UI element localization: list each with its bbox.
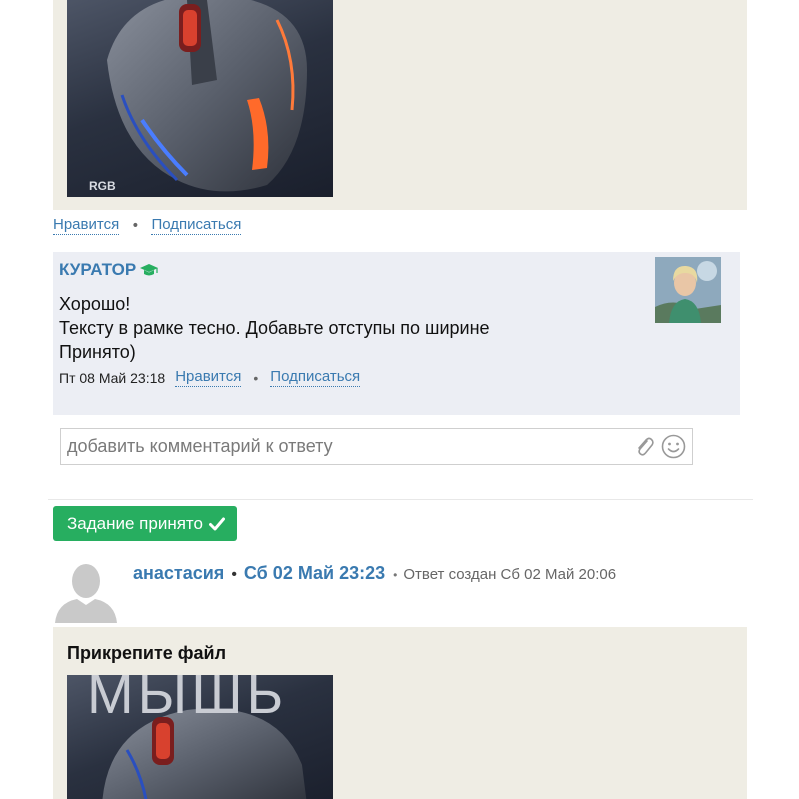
section-divider (48, 499, 753, 500)
separator-dot: • (131, 217, 140, 234)
like-link[interactable]: Нравится (175, 368, 242, 387)
answer-actions: Нравится • Подписаться (53, 216, 242, 235)
mouse-image[interactable]: МЫШЬ (67, 675, 333, 799)
separator-dot: • (231, 566, 237, 583)
comment-input[interactable] (67, 429, 627, 464)
curator-comment-meta: Пт 08 Май 23:18 Нравится • Подписаться (59, 368, 361, 387)
subscribe-link[interactable]: Подписаться (151, 216, 242, 235)
separator-dot: • (253, 369, 259, 386)
image-label: RGB (89, 179, 116, 193)
like-link[interactable]: Нравится (53, 216, 120, 235)
comment-line: Хорошо! (59, 294, 131, 314)
task-accepted-badge[interactable]: Задание принято (53, 506, 237, 541)
user-avatar[interactable] (55, 561, 117, 623)
answer-content-block: RGB (53, 0, 747, 210)
answer-content-block: Прикрепите файл МЫШЬ (53, 627, 747, 799)
status-label: Задание принято (67, 513, 203, 533)
mouse-image[interactable]: RGB (67, 0, 333, 197)
mouse-illustration (107, 0, 307, 192)
graduation-cap-icon (140, 264, 159, 276)
comment-line: Тексту в рамке тесно. Добавьте отступы п… (59, 318, 490, 338)
curator-comment-text: Хорошо! Тексту в рамке тесно. Добавьте о… (59, 292, 490, 364)
curator-name-row: КУРАТОР (59, 260, 159, 280)
curator-comment: КУРАТОР Хорошо! Тексту в рамке тесно. До… (53, 252, 740, 415)
smile-icon[interactable] (661, 434, 686, 459)
paperclip-icon[interactable] (634, 436, 654, 458)
subscribe-link[interactable]: Подписаться (270, 368, 361, 387)
comment-line: Принято) (59, 342, 136, 362)
author-name[interactable]: анастасия (133, 563, 224, 584)
answer-author-line: анастасия • Сб 02 Май 23:23 • Ответ созд… (133, 563, 616, 584)
curator-avatar[interactable] (655, 257, 721, 323)
image-heading: МЫШЬ (87, 675, 288, 725)
comment-input-box (60, 428, 693, 465)
answer-title: Прикрепите файл (67, 643, 227, 663)
comment-date: Пт 08 Май 23:18 (59, 369, 166, 386)
check-icon (208, 517, 225, 530)
avatar-portrait (655, 257, 721, 323)
answer-date[interactable]: Сб 02 Май 23:23 (244, 563, 385, 584)
separator-dot: • (393, 568, 398, 582)
curator-name[interactable]: КУРАТОР (59, 260, 136, 280)
answer-created: Ответ создан Сб 02 Май 20:06 (403, 566, 617, 583)
